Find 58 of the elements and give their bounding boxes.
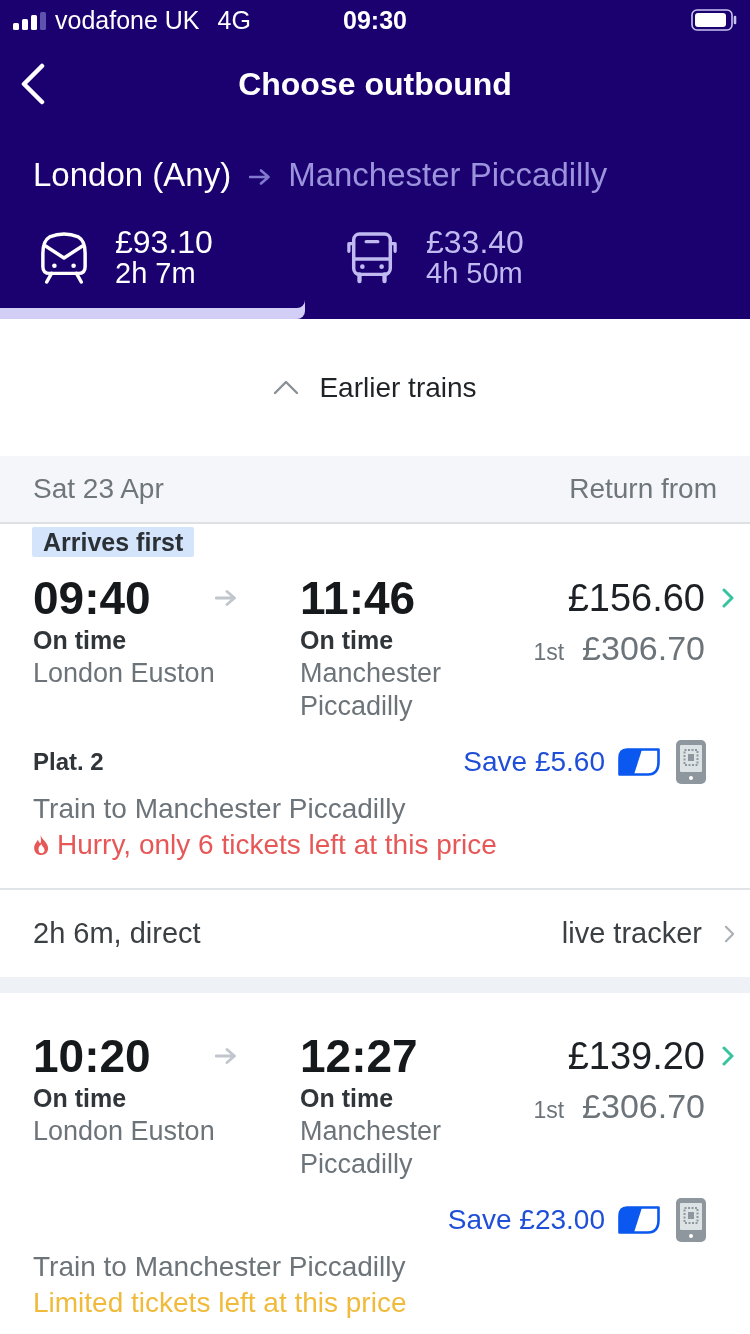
- service-name: Train to Manchester Piccadilly: [33, 792, 407, 826]
- departure-status: On time: [33, 1083, 127, 1114]
- network-type: 4G: [217, 5, 251, 35]
- phone-icon: [676, 1198, 706, 1242]
- arrow-icon: [249, 168, 272, 185]
- destination-station: Manchester Piccadilly: [288, 156, 608, 194]
- platform-label: Plat. 2: [33, 748, 104, 776]
- service-name: Train to Manchester Piccadilly: [33, 1250, 407, 1284]
- first-class-label: 1st: [533, 1096, 565, 1125]
- departure-time: 10:20: [33, 1030, 151, 1082]
- availability-notice: Limited tickets left at this price: [33, 1286, 407, 1320]
- chevron-right-icon: [722, 588, 734, 608]
- screen-title: Choose outbound: [238, 65, 512, 103]
- arrow-icon: [215, 590, 237, 606]
- arrow-icon: [215, 1048, 237, 1064]
- first-class-label: 1st: [533, 638, 565, 667]
- journey-card[interactable]: 10:20 On time London Euston 12:27 On time Manchester Piccadilly £139.20 1st £306.70 Save £23.00 Train to Manchester Piccadilly Limited tickets left at this price: [0, 993, 750, 1321]
- arrival-station: Manchester Piccadilly: [300, 657, 443, 723]
- back-button[interactable]: [20, 63, 46, 105]
- arrival-status: On time: [300, 625, 394, 656]
- return-from-label: Return from: [569, 473, 717, 505]
- train-icon: [40, 231, 88, 284]
- journey-badge: Arrives first: [32, 527, 195, 557]
- origin-station: London (Any): [33, 156, 232, 194]
- fare-price: £139.20: [567, 1034, 705, 1079]
- chevron-right-icon: [722, 1046, 734, 1066]
- back-icon: [20, 63, 46, 105]
- arrival-time: 12:27: [300, 1030, 418, 1082]
- travel-mode-tab[interactable]: £93.10 2h 7m: [0, 222, 305, 319]
- arrival-status: On time: [300, 1083, 394, 1114]
- date-label: Sat 23 Apr: [33, 473, 164, 505]
- live-tracker-link[interactable]: live tracker: [561, 917, 735, 950]
- departure-time: 09:40: [33, 572, 151, 624]
- saving-text: Save £23.00: [447, 1204, 605, 1236]
- departure-station: London Euston: [33, 657, 215, 690]
- battery-icon: [691, 9, 737, 31]
- flame-icon: [33, 834, 50, 856]
- first-class-price: £306.70: [582, 628, 705, 668]
- saving-text: Save £5.60: [463, 746, 605, 778]
- chevron-right-icon: [724, 924, 735, 943]
- arrival-time: 11:46: [300, 572, 416, 624]
- status-time: 09:30: [343, 5, 407, 35]
- card-icon: [618, 748, 660, 776]
- bus-icon: [345, 231, 399, 284]
- carrier-name: vodafone UK: [55, 5, 200, 35]
- departure-station: London Euston: [33, 1115, 215, 1148]
- journey-summary: 2h 6m, direct: [33, 917, 201, 950]
- departure-status: On time: [33, 625, 127, 656]
- phone-icon: [676, 740, 706, 784]
- signal-icon: [13, 12, 47, 30]
- fare-price: £156.60: [567, 576, 705, 621]
- card-icon: [618, 1206, 660, 1234]
- arrival-station: Manchester Piccadilly: [300, 1115, 443, 1181]
- earlier-trains-button[interactable]: Earlier trains: [273, 365, 477, 410]
- chevron-up-icon: [273, 380, 300, 395]
- travel-mode-tab[interactable]: £33.40 4h 50m: [305, 222, 610, 319]
- first-class-price: £306.70: [582, 1086, 705, 1126]
- availability-notice: Hurry, only 6 tickets left at this price: [57, 828, 497, 862]
